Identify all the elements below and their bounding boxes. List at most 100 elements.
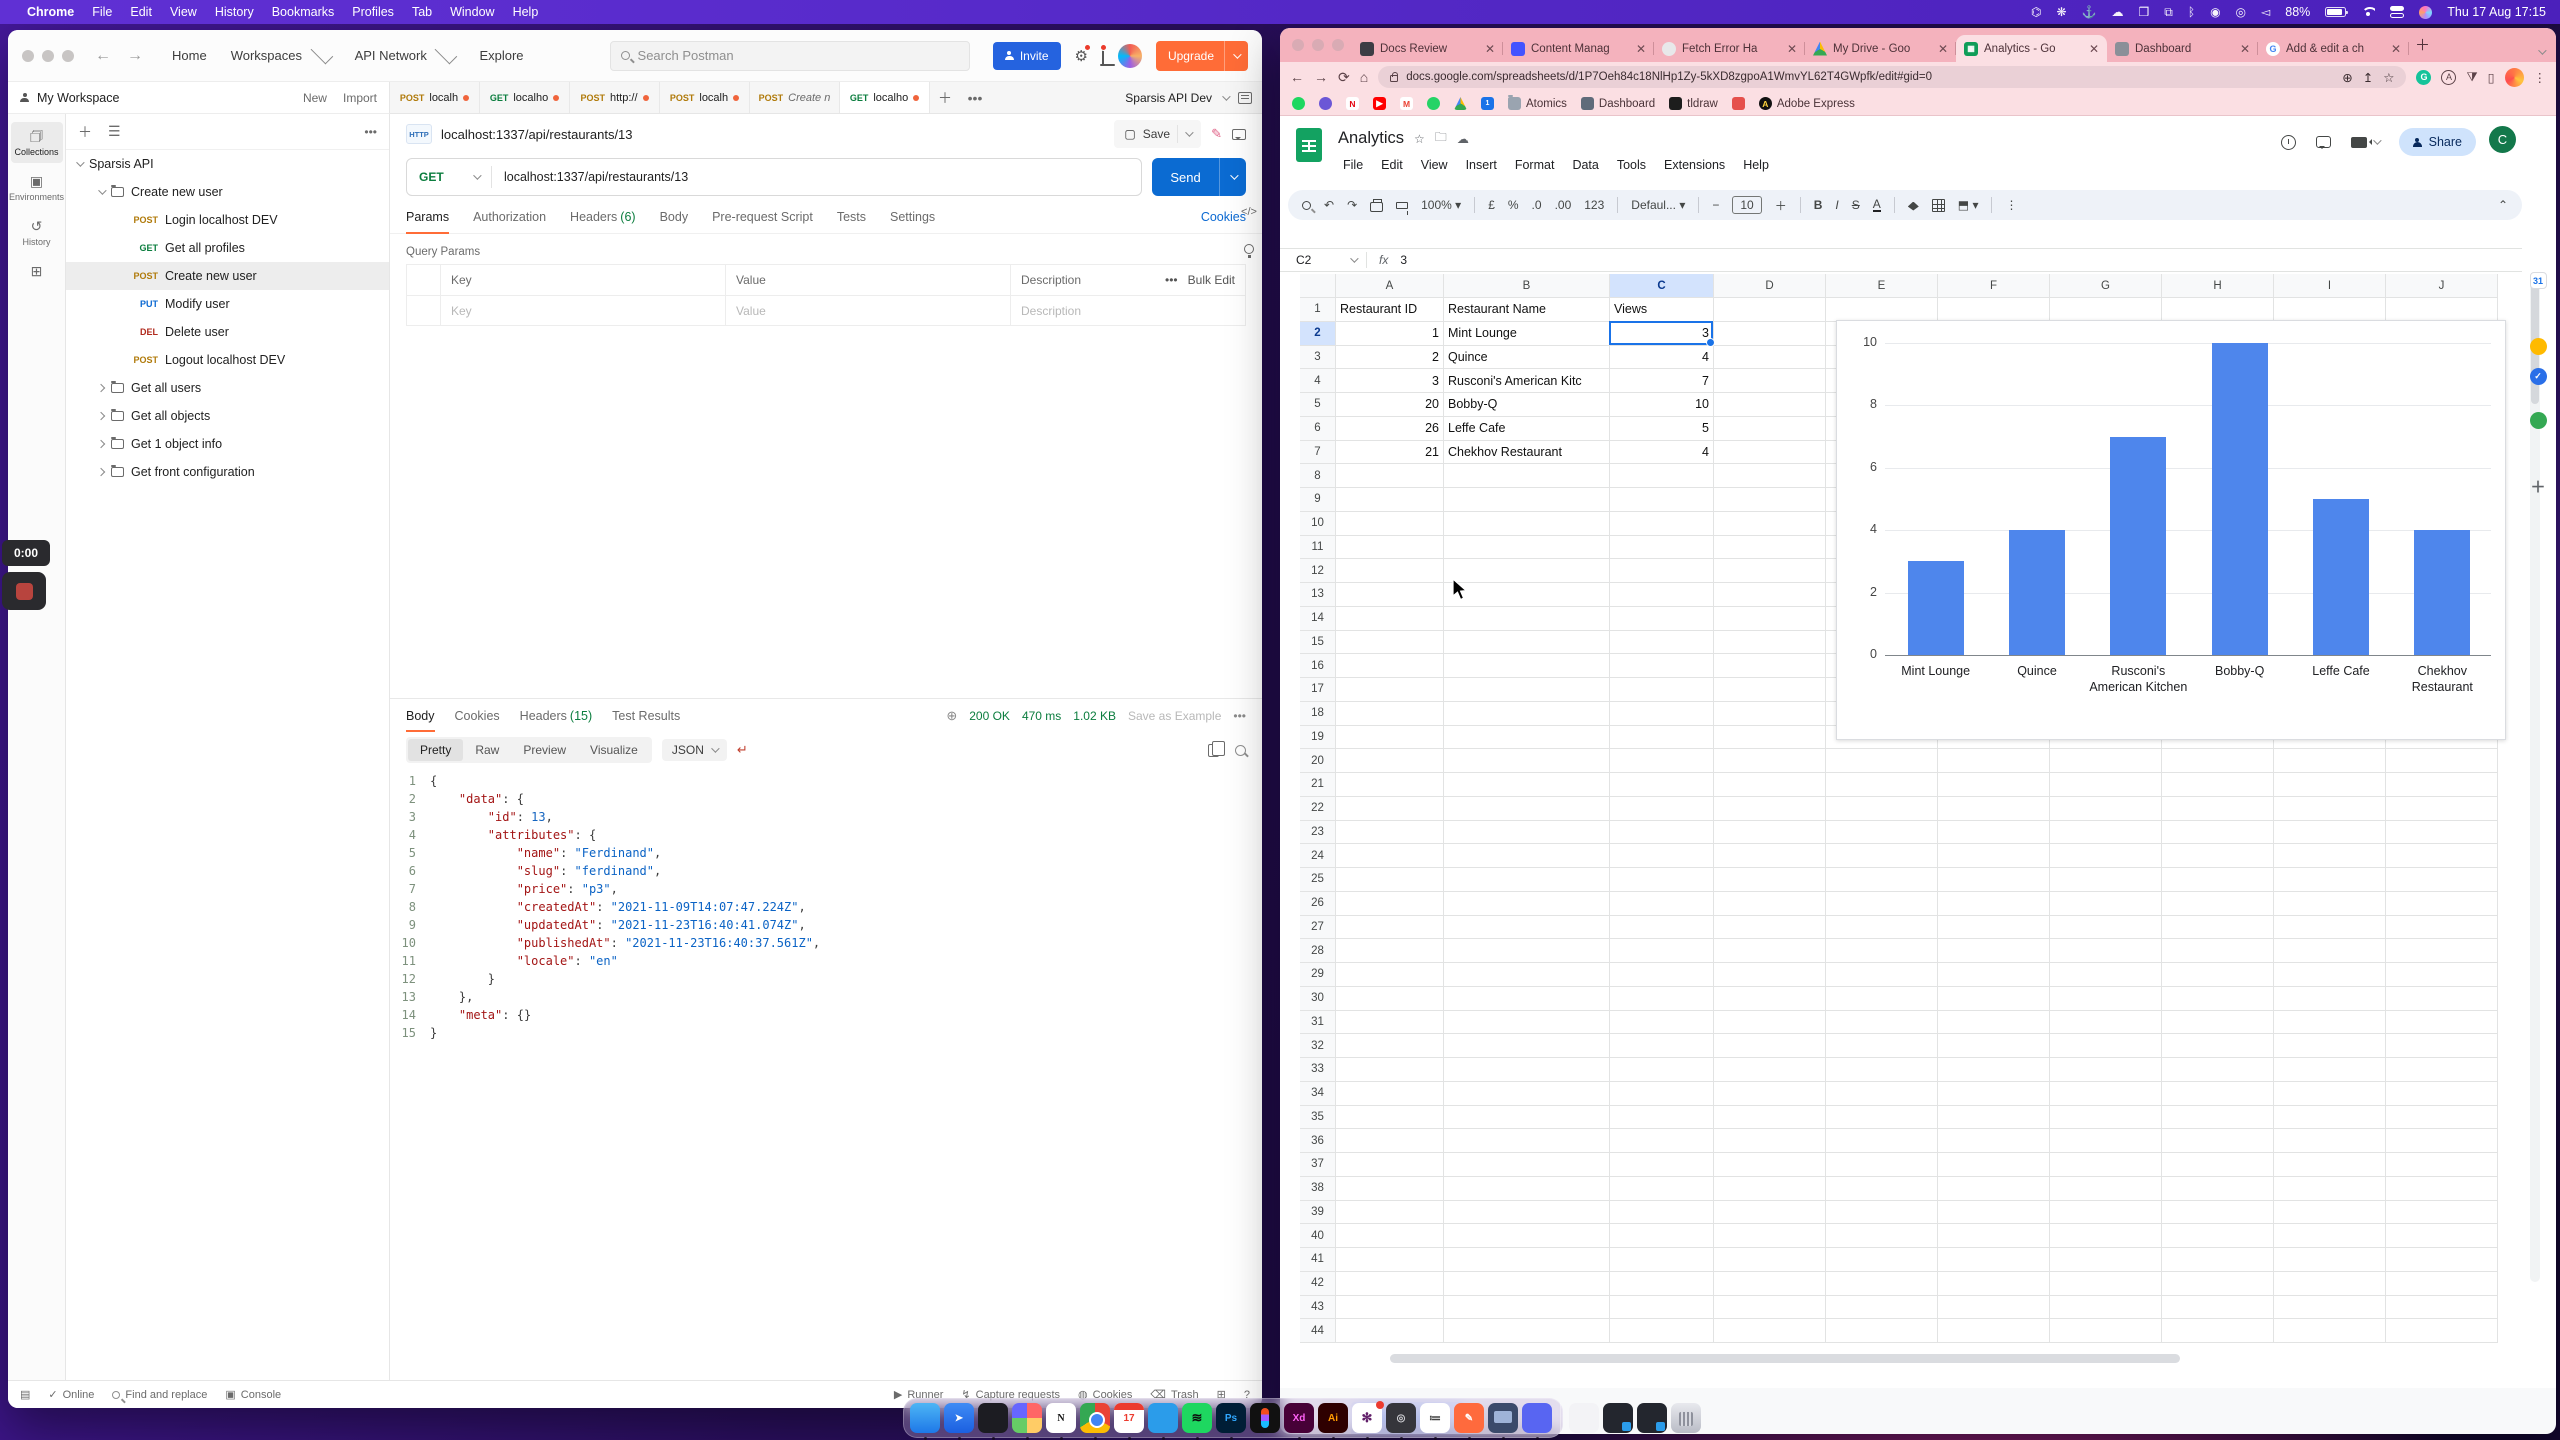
- row-header-6[interactable]: 6: [1300, 417, 1336, 441]
- close-tab-icon[interactable]: ✕: [1636, 42, 1646, 56]
- row-header-3[interactable]: 3: [1300, 346, 1336, 370]
- play-circle-icon[interactable]: ◉: [2210, 5, 2220, 19]
- cell-A1[interactable]: Restaurant ID: [1336, 298, 1444, 322]
- cell-J43[interactable]: [2386, 1296, 2498, 1320]
- dock-dark-app-icon[interactable]: [978, 1403, 1008, 1433]
- value-input[interactable]: Value: [726, 296, 1011, 325]
- cell-F34[interactable]: [1938, 1082, 2050, 1106]
- zoom-icon[interactable]: ⊕: [2342, 70, 2352, 85]
- dock-slack-icon[interactable]: ✻: [1352, 1403, 1382, 1433]
- share-icon[interactable]: ↥: [2363, 70, 2373, 85]
- cell-J38[interactable]: [2386, 1177, 2498, 1201]
- browser-tab[interactable]: Content Manag✕: [1503, 35, 1654, 62]
- cell-D13[interactable]: [1714, 583, 1826, 607]
- window-controls[interactable]: [1292, 39, 1344, 51]
- decrease-decimals-button[interactable]: .0: [1532, 198, 1542, 212]
- column-header-I[interactable]: I: [2274, 274, 2386, 298]
- cell-E32[interactable]: [1826, 1034, 1938, 1058]
- cell-H32[interactable]: [2162, 1034, 2274, 1058]
- row-header-18[interactable]: 18: [1300, 702, 1336, 726]
- cell-G38[interactable]: [2050, 1177, 2162, 1201]
- search-input[interactable]: Search Postman: [610, 41, 970, 71]
- cell-C16[interactable]: [1610, 654, 1714, 678]
- bookmark-item[interactable]: N: [1346, 97, 1359, 110]
- cell-C25[interactable]: [1610, 868, 1714, 892]
- tab-test-results[interactable]: Test Results: [612, 699, 680, 732]
- tab-headers[interactable]: Headers(15): [520, 699, 592, 732]
- cell-E28[interactable]: [1826, 939, 1938, 963]
- cell-C44[interactable]: [1610, 1319, 1714, 1343]
- workspace-title[interactable]: My Workspace: [37, 91, 119, 105]
- cell-A30[interactable]: [1336, 987, 1444, 1011]
- cell-I1[interactable]: [2274, 298, 2386, 322]
- cell-B31[interactable]: [1444, 1011, 1610, 1035]
- cell-A13[interactable]: [1336, 583, 1444, 607]
- cell-D27[interactable]: [1714, 916, 1826, 940]
- cell-E36[interactable]: [1826, 1129, 1938, 1153]
- grammarly-extension-icon[interactable]: G: [2416, 70, 2431, 85]
- cell-C4[interactable]: 7: [1610, 369, 1714, 393]
- cell-D30[interactable]: [1714, 987, 1826, 1011]
- bookmark-item[interactable]: [1732, 97, 1745, 110]
- bookmark-item[interactable]: [1292, 97, 1305, 110]
- cell-H36[interactable]: [2162, 1129, 2274, 1153]
- column-header-E[interactable]: E: [1826, 274, 1938, 298]
- cell-F40[interactable]: [1938, 1224, 2050, 1248]
- cell-D21[interactable]: [1714, 773, 1826, 797]
- cell-J28[interactable]: [2386, 939, 2498, 963]
- cell-C23[interactable]: [1610, 821, 1714, 845]
- cell-A2[interactable]: 1: [1336, 322, 1444, 346]
- bookmark-item[interactable]: 1: [1481, 97, 1494, 110]
- cell-D40[interactable]: [1714, 1224, 1826, 1248]
- request-tab[interactable]: POSTlocalh: [660, 82, 750, 113]
- cell-D10[interactable]: [1714, 512, 1826, 536]
- cell-J25[interactable]: [2386, 868, 2498, 892]
- add-addon-icon[interactable]: ＋: [2530, 478, 2547, 495]
- share-button[interactable]: Share: [2399, 128, 2476, 156]
- menu-item-window[interactable]: Window: [441, 5, 503, 19]
- maps-icon[interactable]: [2530, 412, 2547, 429]
- siri-icon[interactable]: [2419, 6, 2432, 19]
- cell-D34[interactable]: [1714, 1082, 1826, 1106]
- cell-I32[interactable]: [2274, 1034, 2386, 1058]
- font-select[interactable]: Defaul... ▾: [1631, 198, 1685, 212]
- row-header-33[interactable]: 33: [1300, 1058, 1336, 1082]
- sheets-menu-view[interactable]: View: [1414, 156, 1455, 174]
- dock-adobe-xd-icon[interactable]: Xd: [1284, 1403, 1314, 1433]
- cell-B6[interactable]: Leffe Cafe: [1444, 417, 1610, 441]
- cell-G36[interactable]: [2050, 1129, 2162, 1153]
- dock-pen-app-icon[interactable]: ✎: [1454, 1403, 1484, 1433]
- tab-params[interactable]: Params: [406, 200, 449, 233]
- cell-B1[interactable]: Restaurant Name: [1444, 298, 1610, 322]
- cell-E23[interactable]: [1826, 821, 1938, 845]
- cell-E43[interactable]: [1826, 1296, 1938, 1320]
- window-split-icon[interactable]: ❒: [2139, 5, 2150, 19]
- cell-A18[interactable]: [1336, 702, 1444, 726]
- cell-B9[interactable]: [1444, 488, 1610, 512]
- cell-E38[interactable]: [1826, 1177, 1938, 1201]
- new-button[interactable]: New: [303, 91, 327, 105]
- cell-C22[interactable]: [1610, 797, 1714, 821]
- cell-I41[interactable]: [2274, 1248, 2386, 1272]
- row-header-38[interactable]: 38: [1300, 1177, 1336, 1201]
- cell-H42[interactable]: [2162, 1272, 2274, 1296]
- cell-D28[interactable]: [1714, 939, 1826, 963]
- row-header-44[interactable]: 44: [1300, 1319, 1336, 1343]
- cell-C5[interactable]: 10: [1610, 393, 1714, 417]
- cell-C18[interactable]: [1610, 702, 1714, 726]
- dock-discord-icon[interactable]: [1522, 1403, 1552, 1433]
- cell-G32[interactable]: [2050, 1034, 2162, 1058]
- cell-J26[interactable]: [2386, 892, 2498, 916]
- row-header-37[interactable]: 37: [1300, 1153, 1336, 1177]
- cell-F38[interactable]: [1938, 1177, 2050, 1201]
- cell-G25[interactable]: [2050, 868, 2162, 892]
- cell-G23[interactable]: [2050, 821, 2162, 845]
- layers-icon[interactable]: ⧉: [2164, 5, 2173, 20]
- cell-E22[interactable]: [1826, 797, 1938, 821]
- dock-calendar-icon[interactable]: 17: [1114, 1403, 1144, 1433]
- tasks-icon[interactable]: ✓: [2530, 368, 2547, 385]
- account-avatar[interactable]: C: [2489, 126, 2516, 153]
- nav-explore[interactable]: Explore: [469, 43, 533, 68]
- cell-A42[interactable]: [1336, 1272, 1444, 1296]
- fill-color-icon[interactable]: [1908, 202, 1919, 211]
